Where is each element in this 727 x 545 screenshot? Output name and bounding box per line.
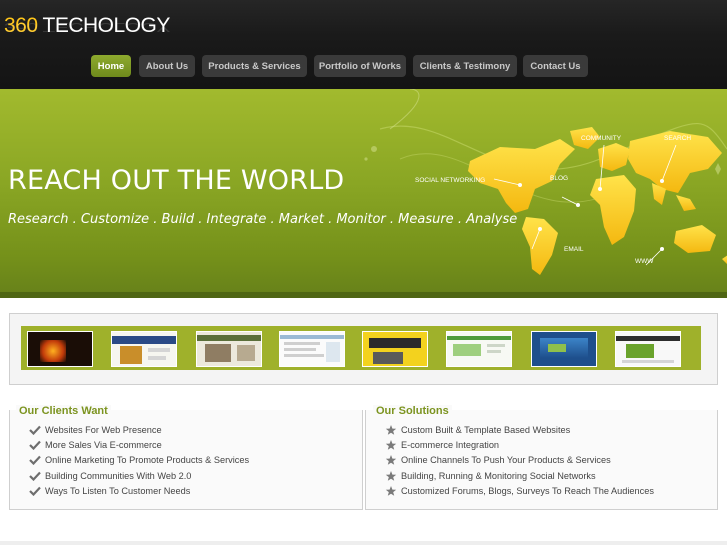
map-label-www: WWW [635, 258, 654, 265]
checkmark-icon [29, 455, 41, 466]
nav-products-services[interactable]: Products & Services [202, 55, 307, 77]
hero-banner: REACH OUT THE WORLD Research . Customize… [0, 89, 727, 298]
solutions-panel-title: Our Solutions [373, 405, 452, 417]
map-label-search: SEARCH [664, 135, 692, 142]
clients-list: Websites For Web Presence More Sales Via… [29, 422, 249, 498]
logo-reflection: 360 TECHOLOGY [4, 20, 170, 34]
clients-panel-title: Our Clients Want [16, 405, 111, 417]
list-item: Custom Built & Template Based Websites [385, 422, 654, 437]
banner-bottom-edge [0, 292, 727, 298]
portfolio-thumb[interactable] [362, 331, 428, 367]
footer-rule [0, 541, 727, 545]
list-item: Building Communities With Web 2.0 [29, 468, 249, 483]
portfolio-thumb[interactable] [196, 331, 262, 367]
nav-about-us[interactable]: About Us [139, 55, 195, 77]
checkmark-icon [29, 425, 41, 435]
list-item: Online Marketing To Promote Products & S… [29, 453, 249, 468]
list-item: Online Channels To Push Your Products & … [385, 453, 654, 468]
portfolio-strip [21, 326, 701, 370]
star-icon [385, 455, 397, 466]
checkmark-icon [29, 471, 41, 481]
list-item: Building, Running & Monitoring Social Ne… [385, 468, 654, 483]
map-label-email: EMAIL [564, 246, 584, 253]
checkmark-icon [29, 486, 41, 496]
star-icon [385, 470, 397, 481]
world-map-graphic: COMMUNITY SEARCH SOCIAL NETWORKING BLOG … [415, 109, 727, 289]
portfolio-thumb[interactable] [615, 331, 681, 367]
star-icon [385, 439, 397, 450]
star-icon [385, 485, 397, 496]
nav-contact-us[interactable]: Contact Us [523, 55, 588, 77]
list-item: Ways To Listen To Customer Needs [29, 483, 249, 498]
star-icon [385, 424, 397, 435]
checkmark-icon [29, 440, 41, 450]
map-label-community: COMMUNITY [581, 135, 622, 142]
portfolio-thumb[interactable] [531, 331, 597, 367]
portfolio-thumb[interactable] [111, 331, 177, 367]
list-item: More Sales Via E-commerce [29, 437, 249, 452]
solutions-list: Custom Built & Template Based Websites E… [385, 422, 654, 498]
list-item: E-commerce Integration [385, 437, 654, 452]
list-item: Websites For Web Presence [29, 422, 249, 437]
site-header: 360 TECHOLOGY 360 TECHOLOGY Home About U… [0, 0, 727, 89]
nav-portfolio[interactable]: Portfolio of Works [314, 55, 406, 77]
portfolio-thumb[interactable] [446, 331, 512, 367]
map-label-social-networking: SOCIAL NETWORKING [415, 177, 486, 184]
nav-home[interactable]: Home [91, 55, 131, 77]
portfolio-thumb[interactable] [279, 331, 345, 367]
site-logo[interactable]: 360 TECHOLOGY 360 TECHOLOGY [4, 14, 170, 50]
nav-clients-testimony[interactable]: Clients & Testimony [413, 55, 517, 77]
banner-headline: REACH OUT THE WORLD [8, 165, 345, 196]
portfolio-gallery [9, 313, 718, 385]
list-item: Customized Forums, Blogs, Surveys To Rea… [385, 483, 654, 498]
portfolio-thumb[interactable] [27, 331, 93, 367]
map-label-blog: BLOG [550, 175, 569, 182]
